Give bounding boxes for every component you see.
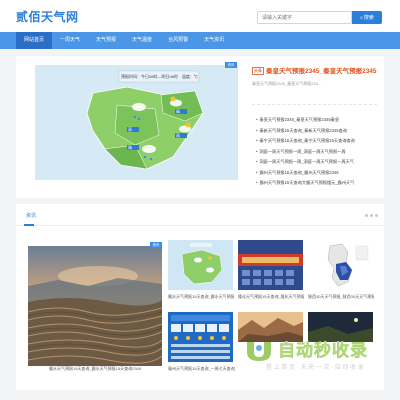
search-input[interactable] [258,12,351,23]
map-label: 雨 [128,127,132,132]
search-button[interactable]: ⌕ 搜索 [352,11,382,24]
nav-item-temperature[interactable]: 天气温度 [124,32,160,49]
dot-icon [375,214,378,217]
map-label: 雨 [176,133,180,138]
featured-title[interactable]: 秦皇天气预报2345_秦皇天气预报2345 [266,68,377,75]
thumb-forecast-table[interactable] [168,312,233,362]
featured-desc: 秦皇天气预报2345_秦皇天气预报234... [252,81,322,87]
list-item[interactable]: 秦宁天气预报15天查询_秦宁天气预报15天查询查询 [256,136,377,147]
search-icon: ⌕ [360,14,363,21]
thumb-weather-map[interactable] [168,240,233,290]
hero-weather-map[interactable]: 预报时间：今日08时—明日08时 温度：℃ 雨 雨 晴 晴 [35,65,238,180]
news-list: 秦皇天气预报2345_秦皇天气预报2345秦皇 秦新天气预报15天查询_秦新天气… [256,115,377,189]
list-item[interactable]: 霸州天气预报15天查询_霸州天气预报2345 [256,168,377,179]
nav-item-forecast[interactable]: 天气预报 [88,32,124,49]
nav-item-home[interactable]: 网站首页 [16,32,53,49]
list-item[interactable]: 洞庭一周天气预报一周_洞庭一周天气预报一周天气 [256,157,377,168]
divider [252,104,377,105]
list-item[interactable]: 霸州天气预报15天查询大霸天气预报擂元_霸州天气 [256,178,377,189]
dot-icon [365,214,368,217]
tile-caption[interactable]: 赣州天气预报15天查询_一周七天查询_赣... [168,366,236,372]
site-header: 贰佰天气网 ⌕ 搜索 [0,0,400,32]
thumb-province-graphic [308,240,373,290]
tile-caption[interactable]: 霸水天气预报15天查询_霸水天气预报15天查询2345 [168,294,234,300]
featured-article[interactable]: 头条 秦皇天气预报2345_秦皇天气预报2345 秦皇天气预报2345_秦皇天气预… [252,65,377,87]
terrace-landscape-image [28,246,162,366]
big-card-caption[interactable]: 霸水天气预报15天查询_霸水天气预报15天查询2345 [28,366,162,372]
featured-title-row[interactable]: 头条 秦皇天气预报2345_秦皇天气预报2345 [252,65,377,76]
tile-caption[interactable]: 陕西30天天气预报_陕西30天天气预报... [308,294,374,300]
nav-item-weekly[interactable]: 一周天气 [52,32,88,49]
dot-icon [370,214,373,217]
featured-tag: 头条 [252,67,264,76]
hero-badge: 资讯 [225,62,237,68]
search-button-label: 搜索 [363,15,374,21]
site-logo[interactable]: 贰佰天气网 [16,8,79,25]
thumb-province-map[interactable] [308,240,373,290]
section-header: 资讯 [16,204,384,226]
weather-map-graphic: 预报时间：今日08时—明日08时 温度：℃ 雨 雨 晴 晴 [35,65,238,180]
map-label: 晴 [128,144,132,150]
nav-item-news[interactable]: 天气资讯 [196,32,232,49]
thumb-poster-graphic [238,240,303,290]
watermark-logo-icon [247,342,271,361]
watermark: 自动秒收录 登 上 首 页 · 未 来 一 次 · 自 动 收 录 [244,336,384,376]
list-item[interactable]: 秦皇天气预报2345_秦皇天气预报2345秦皇 [256,115,377,126]
search-field[interactable] [257,11,352,24]
thumb-forecast-poster[interactable] [238,240,303,290]
map-caption: 预报时间：今日08时—明日08时 温度：℃ [121,73,198,79]
map-label: 晴 [176,108,180,114]
big-image-card[interactable] [28,246,162,366]
list-item[interactable]: 洞庭一周天气预报一周_洞庭一周天气预报一周 [256,147,377,158]
watermark-title: 自动秒收录 [278,341,368,360]
section-title[interactable]: 资讯 [26,212,36,219]
big-card-badge: 资讯 [150,242,162,248]
watermark-subtitle: 登 上 首 页 · 未 来 一 次 · 自 动 收 录 [266,365,364,371]
section-more-dots[interactable] [365,214,378,217]
section-underline [24,224,34,226]
list-item[interactable]: 秦新天气预报15天查询_秦新天气预报2345查询 [256,126,377,137]
nav-item-typhoon[interactable]: 台风预警 [160,32,196,49]
tile-caption[interactable]: 隆化天气预报15天查询_隆化天气预报15... [238,294,304,300]
thumb-table-graphic [168,312,233,362]
thumb-map-graphic [168,240,233,290]
main-nav: 网站首页 一周天气 天气预报 天气温度 台风预警 天气资讯 [0,32,400,49]
